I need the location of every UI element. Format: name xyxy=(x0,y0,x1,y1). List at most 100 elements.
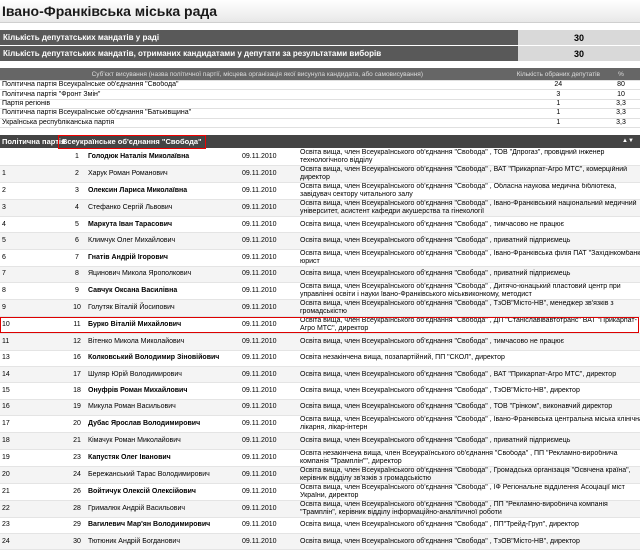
deputy-description: Освіта вища, член Всеукраїнського об'єдн… xyxy=(298,432,640,450)
list-number: 17 xyxy=(68,366,86,384)
deputy-name: Войтичук Олексій Олексійович xyxy=(86,483,240,501)
row-number: 1 xyxy=(0,165,68,183)
party-name: Партія регіонів xyxy=(0,99,515,110)
summary-row-mandates: Кількість депутатських мандатів у раді 3… xyxy=(0,30,640,46)
parties-table: Суб'єкт висування (назва політичної парт… xyxy=(0,68,640,128)
row-number: 16 xyxy=(0,399,68,417)
deputy-description: Освіта вища, член Всеукраїнського об'єдн… xyxy=(298,165,640,183)
deputy-description: Освіта вища, член Всеукраїнського об'єдн… xyxy=(298,249,640,267)
deputy-description: Освіта вища, член Всеукраїнського об'єдн… xyxy=(298,382,640,400)
deputy-name: Маркута Іван Тарасович xyxy=(86,216,240,234)
deputy-description: Освіта вища, член Всеукраїнського об'єдн… xyxy=(298,266,640,284)
list-number: 10 xyxy=(68,299,86,318)
header-count: Кількість обраних депутатів xyxy=(514,68,602,81)
deputy-row: 8 9 Савчук Оксана Василівна 09.11.2010 Освіт… xyxy=(0,282,640,301)
deputy-row: 18 21 Кімачук Роман Миколайович 09.11.2010 О… xyxy=(0,432,640,450)
deputy-description: Освіта вища, член Всеукраїнського об'єдн… xyxy=(298,199,640,217)
deputy-row: 1 Голодюк Наталія Миколаївна 09.11.2010 Осв… xyxy=(0,149,640,166)
list-number: 7 xyxy=(68,249,86,267)
deputy-description: Освіта вища, член Всеукраїнського об'єдн… xyxy=(298,415,640,434)
list-number: 12 xyxy=(68,333,86,351)
registration-date: 09.11.2010 xyxy=(240,165,298,183)
deputy-row: 5 6 Климчук Олег Михайлович 09.11.2010 Освіт… xyxy=(0,232,640,250)
deputy-description: Освіта вища, член Всеукраїнського об'єдн… xyxy=(298,483,640,501)
registration-date: 09.11.2010 xyxy=(240,333,298,351)
party-count: 3 xyxy=(514,89,602,100)
registration-date: 09.11.2010 xyxy=(240,216,298,234)
party-name: Українська республіканська партія xyxy=(0,118,515,128)
party-row: Політична партія "Фронт Змін" 3 10 xyxy=(0,89,640,100)
party-row: Українська республіканська партія 1 3,3 xyxy=(0,118,640,128)
list-number: 9 xyxy=(68,282,86,301)
deputy-name: Кімачук Роман Миколайович xyxy=(86,432,240,450)
registration-date: 09.11.2010 xyxy=(240,500,298,518)
deputy-description: Освіта вища, член Всеукраїнського об'єдн… xyxy=(298,366,640,384)
party-name: Політична партія "Фронт Змін" xyxy=(0,89,515,100)
party-row: Партія регіонів 1 3,3 xyxy=(0,99,640,110)
header-subject: Суб'єкт висування (назва політичної парт… xyxy=(0,68,515,81)
row-number: 3 xyxy=(0,199,68,217)
page-title: Івано-Франківська міська рада xyxy=(0,0,640,23)
deputy-row: 23 29 Вагилевич Мар'ян Володимирович 09.11.… xyxy=(0,517,640,534)
row-number: 18 xyxy=(0,432,68,450)
party-row: Політична партія Всеукраїнське об'єднанн… xyxy=(0,108,640,119)
deputy-row: 15 18 Онуфрів Роман Михайлович 09.11.2010 Ос… xyxy=(0,382,640,400)
deputy-name: Вагилевич Мар'ян Володимирович xyxy=(86,517,240,534)
sort-icon[interactable]: ▲▼ xyxy=(622,135,634,148)
row-number: 15 xyxy=(0,382,68,400)
row-number: 24 xyxy=(0,533,68,550)
registration-date: 09.11.2010 xyxy=(240,533,298,550)
row-number: 23 xyxy=(0,517,68,534)
deputies-table: 1 Голодюк Наталія Миколаївна 09.11.2010 Осв… xyxy=(0,149,640,550)
deputy-description: Освіта вища, член Всеукраїнського об'єдн… xyxy=(298,282,640,301)
list-number: 21 xyxy=(68,432,86,450)
registration-date: 09.11.2010 xyxy=(240,182,298,200)
party-percent: 3,3 xyxy=(602,108,640,119)
party-percent: 3,3 xyxy=(602,118,640,128)
deputy-name: Климчук Олег Михайлович xyxy=(86,232,240,250)
row-number: 5 xyxy=(0,232,68,250)
deputy-name: Шуляр Юрій Володимирович xyxy=(86,366,240,384)
deputy-description: Освіта вища, член Всеукраїнського об'єдн… xyxy=(298,533,640,550)
deputy-row: 16 19 Микула Роман Васильович 09.11.2010 Осв… xyxy=(0,399,640,417)
registration-date: 09.11.2010 xyxy=(240,399,298,417)
summary-label: Кількість депутатських мандатів, отриман… xyxy=(0,46,518,62)
list-number: 18 xyxy=(68,382,86,400)
registration-date: 09.11.2010 xyxy=(240,517,298,534)
list-number: 4 xyxy=(68,199,86,217)
list-number: 2 xyxy=(68,165,86,183)
deputy-row: 19 23 Капустяк Олег Іванович 09.11.2010 Осві… xyxy=(0,449,640,467)
list-number: 1 xyxy=(68,149,86,166)
deputy-description: Освіта вища, член Всеукраїнського об'єдн… xyxy=(298,517,640,534)
deputy-row: 6 7 Гнатів Андрій Ігорович 09.11.2010 Освіта… xyxy=(0,249,640,267)
party-name: Політична партія Всеукраїнське об'єднанн… xyxy=(0,80,515,91)
registration-date: 09.11.2010 xyxy=(240,282,298,301)
row-number: 14 xyxy=(0,366,68,384)
deputy-name: Голодюк Наталія Миколаївна xyxy=(86,149,240,166)
summary-value: 30 xyxy=(518,46,640,62)
list-number: 5 xyxy=(68,216,86,234)
registration-date: 09.11.2010 xyxy=(240,366,298,384)
row-number: 11 xyxy=(0,333,68,351)
list-number: 28 xyxy=(68,500,86,518)
deputy-row: 22 28 Грималюк Андрій Васильович 09.11.2010… xyxy=(0,500,640,518)
deputy-name: Тютюник Андрій Богданович xyxy=(86,533,240,550)
deputy-description: Освіта вища, член Всеукраїнського об'єдн… xyxy=(298,182,640,200)
deputy-row: 4 5 Маркута Іван Тарасович 09.11.2010 Освіта… xyxy=(0,216,640,234)
party-percent: 10 xyxy=(602,89,640,100)
registration-date: 09.11.2010 xyxy=(240,415,298,434)
deputy-name: Голутяк Віталій Йосипович xyxy=(86,299,240,318)
deputy-row: 11 12 Вітенко Микола Миколайович 09.11.2010… xyxy=(0,333,640,351)
row-number: 2 xyxy=(0,182,68,200)
deputy-name: Микула Роман Васильович xyxy=(86,399,240,417)
row-number: 4 xyxy=(0,216,68,234)
deputy-name: Гнатів Андрій Ігорович xyxy=(86,249,240,267)
summary-value: 30 xyxy=(518,30,640,46)
row-number: 17 xyxy=(0,415,68,434)
deputy-description: Освіта вища, член Всеукраїнського об'єдн… xyxy=(298,216,640,234)
deputy-name: Савчук Оксана Василівна xyxy=(86,282,240,301)
deputy-row: 3 4 Стефанко Сергій Львович 09.11.2010 Освіт… xyxy=(0,199,640,217)
list-number: 30 xyxy=(68,533,86,550)
summary-label: Кількість депутатських мандатів у раді xyxy=(0,30,518,46)
party-section-bar: Політична партія Всеукраїнське об'єднанн… xyxy=(0,135,640,149)
